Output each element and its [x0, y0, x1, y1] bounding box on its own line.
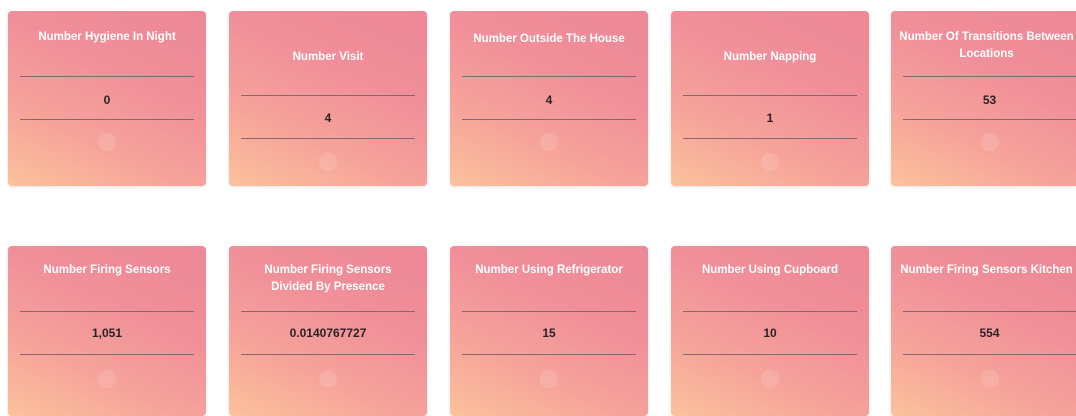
- card-title: Number Visit: [292, 50, 364, 63]
- watermark-icon: [540, 370, 558, 388]
- card-title: Number Outside The House: [473, 32, 625, 45]
- divider: [462, 311, 636, 312]
- divider: [903, 76, 1076, 77]
- card-title: Number Using Refrigerator: [475, 263, 623, 276]
- card-title: Number Firing Sensors: [43, 263, 171, 276]
- divider: [462, 354, 636, 355]
- watermark-icon: [761, 370, 779, 388]
- stat-card-using-refrigerator: Number Using Refrigerator 15: [450, 246, 648, 416]
- divider: [683, 311, 857, 312]
- stat-card-napping: Number Napping 1: [671, 11, 869, 186]
- card-value: 10: [763, 326, 777, 340]
- card-title: Number Using Cupboard: [701, 263, 839, 276]
- watermark-icon: [981, 370, 999, 388]
- card-title: Number Firing Sensors Kitchen: [900, 263, 1073, 276]
- watermark-icon: [761, 153, 779, 171]
- divider: [462, 119, 636, 120]
- card-value: 4: [545, 93, 553, 107]
- watermark-icon: [540, 133, 558, 151]
- stat-card-firing-sensors-kitchen: Number Firing Sensors Kitchen 554: [891, 246, 1076, 416]
- card-value: 1: [766, 111, 774, 125]
- divider: [20, 76, 194, 77]
- watermark-icon: [319, 370, 337, 388]
- watermark-icon: [98, 370, 116, 388]
- divider: [20, 311, 194, 312]
- divider: [20, 354, 194, 355]
- divider: [241, 354, 415, 355]
- watermark-icon: [98, 133, 116, 151]
- divider: [20, 119, 194, 120]
- divider: [241, 311, 415, 312]
- divider: [241, 138, 415, 139]
- card-value: 0: [103, 93, 111, 107]
- divider: [683, 354, 857, 355]
- stat-card-hygiene-in-night: Number Hygiene In Night 0: [8, 11, 206, 186]
- stat-card-visit: Number Visit 4: [229, 11, 427, 186]
- divider: [462, 76, 636, 77]
- card-title: Number Firing Sensors Divided By Presenc…: [264, 264, 392, 293]
- card-value: 15: [542, 326, 556, 340]
- divider: [683, 95, 857, 96]
- card-title: Number Hygiene In Night: [38, 31, 176, 43]
- card-value: 554: [979, 326, 1000, 340]
- card-value: 0.0140767727: [289, 326, 367, 340]
- card-value: 1,051: [91, 326, 123, 340]
- divider: [241, 95, 415, 96]
- divider: [903, 119, 1076, 120]
- divider: [683, 138, 857, 139]
- stat-card-transitions-between-locations: Number Of Transitions Between Locations …: [891, 11, 1076, 186]
- card-value: 4: [324, 111, 332, 125]
- card-title: Number Napping: [723, 50, 817, 63]
- card-title: Number Of Transitions Between Locations: [899, 31, 1074, 60]
- stat-card-firing-sensors-divided-by-presence: Number Firing Sensors Divided By Presenc…: [229, 246, 427, 416]
- divider: [903, 354, 1076, 355]
- card-value: 53: [982, 93, 997, 107]
- stat-card-outside-the-house: Number Outside The House 4: [450, 11, 648, 186]
- stat-card-using-cupboard: Number Using Cupboard 10: [671, 246, 869, 416]
- stat-card-firing-sensors: Number Firing Sensors 1,051: [8, 246, 206, 416]
- divider: [903, 311, 1076, 312]
- watermark-icon: [319, 153, 337, 171]
- watermark-icon: [981, 133, 999, 151]
